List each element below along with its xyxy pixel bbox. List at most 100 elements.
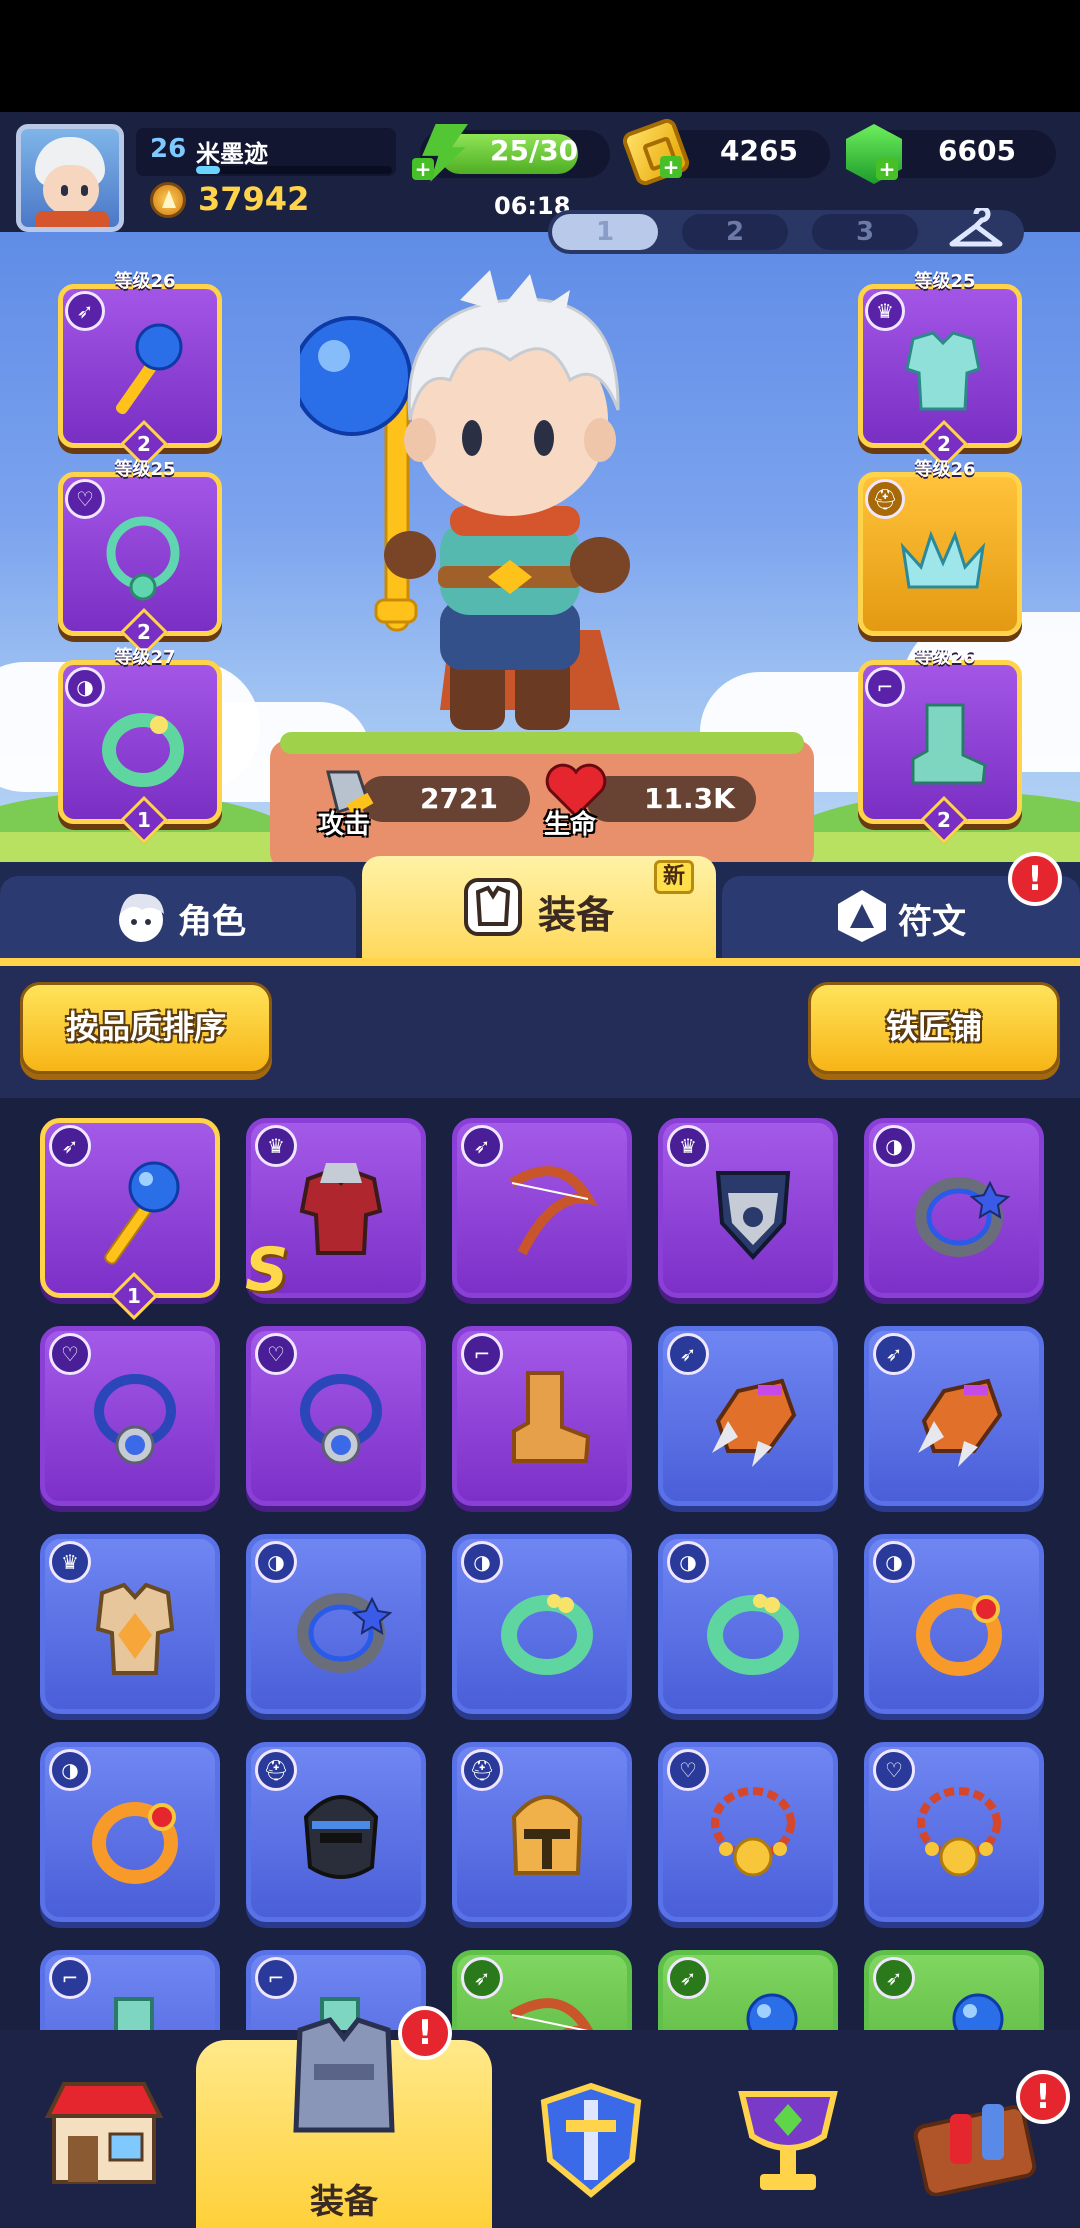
player-name: 米墨迹 [196,140,268,168]
energy-count: 25/30 [490,134,579,167]
equip-slot-boots[interactable]: 等级26 ⌐ 2 [858,647,1022,845]
green-ring-icon [501,1594,593,1675]
inventory-item-steel-ring[interactable]: ◑ [864,1118,1044,1298]
slot-level-label: 等级25 [114,459,176,480]
inventory-item-crimson-armor[interactable]: ♛ S [245,1118,426,1305]
inventory-item-claw-gauntlet[interactable]: ➶ [658,1326,838,1506]
crimson-armor-icon [299,1163,383,1255]
chain-necklace-icon [711,1787,795,1877]
gold-count: 4265 [720,134,798,167]
add-gems-button[interactable]: + [876,158,898,180]
sapphire-necklace-icon [94,1374,176,1465]
hero-character[interactable] [300,270,700,740]
inventory-item-orange-ring[interactable]: ◑ [40,1742,220,1922]
sapphire-necklace-icon [300,1374,382,1465]
equip-slot-necklace[interactable]: 等级25 ♡ 2 [58,459,222,657]
trophy-icon [738,2091,838,2190]
orange-ring-icon [916,1594,1002,1676]
player-level: 26 [150,134,187,164]
gold-vest-icon [95,1582,175,1675]
nav-shop[interactable] [14,2040,204,2228]
inventory-item-orange-ring[interactable]: ◑ [864,1534,1044,1714]
loadout-tab-3[interactable]: 3 [812,214,918,250]
claw-gauntlet-icon [712,1378,797,1467]
sort-button-label: 按品质排序 [65,1008,226,1046]
blacksmith-button[interactable]: 铁匠铺 [808,982,1060,1074]
inventory-item-teal-boots[interactable]: ⌐ [40,1950,220,2030]
slot-level-label: 等级26 [914,647,976,668]
inventory-item-chain-necklace[interactable]: ♡ [658,1742,838,1922]
slot-level-label: 等级27 [114,647,176,668]
loadout-tab-1[interactable]: 1 [552,214,658,250]
teal-boots-icon [911,703,987,785]
slot-level-label: 等级25 [914,271,976,292]
inventory-item-green-ring[interactable]: ◑ [452,1534,632,1714]
inventory-item-shield-armor[interactable]: ♛ [658,1118,838,1298]
loadout-tab-2[interactable]: 2 [682,214,788,250]
inventory-item-recurve-bow[interactable]: ➶ [452,1118,632,1298]
character-face-icon [119,893,164,942]
inventory-item-blue-orb-staff[interactable]: ➶ [658,1950,838,2030]
rune-icon [838,890,886,942]
nav-trophy[interactable] [692,2040,882,2228]
nav-battle[interactable] [494,2040,684,2228]
item-star-badge: 1 [109,1271,159,1321]
tabs-divider [0,958,1080,966]
steel-ring-icon [297,1593,393,1673]
nav-workshop[interactable] [890,2040,1080,2228]
inventory-grid: ➶ 1 ♛ S ➶ ♛ ◑ ♡ ♡ ⌐ ➶ ➶ ♛ ◑ ◑ ◑ ◑ ◑ ⛑ ⛑ ♡ ♡ ⌐ ⌐ ➶ ➶ ➶ [0,1098,1080,2030]
hanger-icon[interactable] [946,208,1006,252]
inventory-item-blue-orb-staff[interactable]: ➶ 1 [40,1118,220,1321]
xp-bar [196,166,392,174]
item-rank-label: S [245,1235,289,1305]
blue-orb-staff-icon [115,323,183,415]
inventory-item-mask-helmet[interactable]: ⛑ [246,1742,426,1922]
equipment-armor-icon [464,878,522,936]
status-bar [0,0,1080,112]
teal-armor-icon [905,331,981,411]
orange-ring-icon [92,1802,178,1884]
inventory-item-steel-ring[interactable]: ◑ [246,1534,426,1714]
hp-label: 生命 [544,810,597,840]
inventory-item-chain-necklace[interactable]: ♡ [864,1742,1044,1922]
inventory-item-sapphire-necklace[interactable]: ♡ [40,1326,220,1506]
power-value: 37942 [198,180,310,218]
shop-icon [44,2082,164,2184]
equip-slot-helmet[interactable]: 等级26 ⛑ [858,459,1022,636]
inventory-item-claw-gauntlet[interactable]: ➶ [864,1326,1044,1506]
add-gold-button[interactable]: + [660,156,682,178]
leather-boots-icon [512,1371,591,1463]
inventory-item-sapphire-necklace[interactable]: ♡ [246,1326,426,1506]
equip-slot-weapon[interactable]: 等级26 ➶ 2 [58,271,222,469]
crystal-crown-icon [900,530,986,589]
recurve-bow-icon [509,1998,594,2030]
inventory-item-blue-orb-staff[interactable]: ➶ [864,1950,1044,2030]
equipment-icon [293,2017,395,2133]
battle-shield-icon [540,2082,642,2198]
sort-by-quality-button[interactable]: 按品质排序 [20,982,272,1074]
knight-helmet-icon [511,1795,583,1875]
attack-label: 攻击 [318,810,371,840]
inventory-item-knight-helmet[interactable]: ⛑ [452,1742,632,1922]
blue-orb-staff-icon [104,1161,180,1265]
new-badge: 新 [654,860,694,894]
inventory-item-recurve-bow[interactable]: ➶ [452,1950,632,2030]
tab-equipment-label: 装备 [538,893,615,937]
shield-armor-icon [715,1171,791,1260]
xp-bar-fill [196,166,220,174]
jade-necklace-icon [106,516,180,601]
slot-level-label: 等级26 [114,271,176,292]
add-energy-button[interactable]: + [412,158,434,180]
nav-equipment-label: 装备 [310,2182,378,2222]
power-icon [150,182,186,218]
chain-necklace-icon [917,1787,1001,1877]
equip-slot-armor[interactable]: 等级25 ♛ 2 [858,271,1022,469]
inventory-item-leather-boots[interactable]: ⌐ [452,1326,632,1506]
player-avatar[interactable] [16,124,124,232]
equip-slot-ring[interactable]: 等级27 ◑ 1 [58,647,222,845]
workshop-alert-badge: ! [1016,2070,1070,2124]
slot-level-label: 等级26 [914,459,976,480]
recurve-bow-icon [509,1166,598,1256]
inventory-item-green-ring[interactable]: ◑ [658,1534,838,1714]
inventory-item-gold-vest[interactable]: ♛ [40,1534,220,1714]
